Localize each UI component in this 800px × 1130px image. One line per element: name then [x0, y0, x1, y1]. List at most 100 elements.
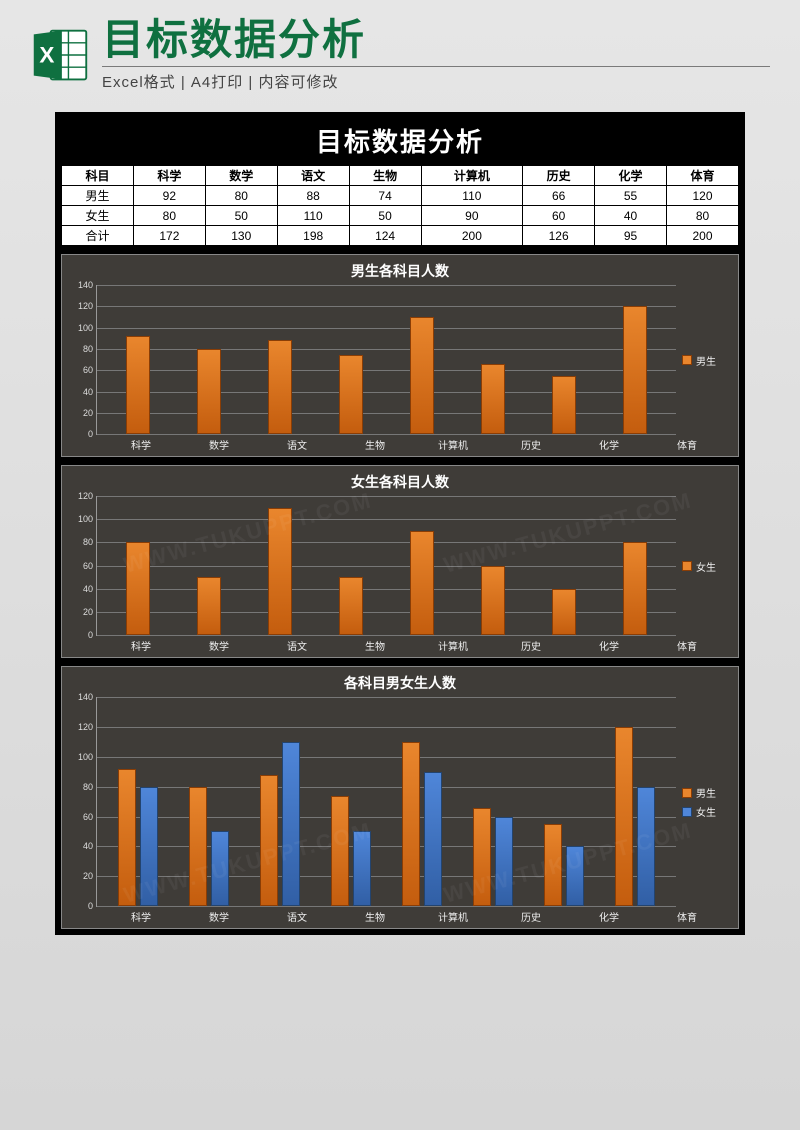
- bar-group: [337, 285, 365, 434]
- bar-group: [187, 697, 231, 906]
- bar: [268, 508, 292, 635]
- y-tick-label: 80: [83, 537, 93, 547]
- bar-group: [621, 285, 649, 434]
- y-tick-label: 100: [78, 752, 93, 762]
- chart-title: 男生各科目人数: [68, 261, 732, 281]
- col-header: 语文: [277, 166, 349, 186]
- bar: [260, 775, 278, 906]
- col-header: 科目: [62, 166, 134, 186]
- bar: [481, 364, 505, 434]
- y-tick-label: 60: [83, 365, 93, 375]
- y-tick-label: 0: [88, 901, 93, 911]
- bar: [126, 542, 150, 635]
- y-tick-label: 80: [83, 782, 93, 792]
- x-tick-label: 计算机: [433, 909, 473, 924]
- cell: 40: [595, 206, 667, 226]
- cell: 80: [133, 206, 205, 226]
- y-tick-label: 20: [83, 607, 93, 617]
- y-tick-label: 40: [83, 387, 93, 397]
- bar: [544, 824, 562, 906]
- legend-swatch-icon: [682, 807, 692, 817]
- legend-label: 男生: [696, 353, 716, 368]
- col-header: 生物: [349, 166, 421, 186]
- x-tick-label: 计算机: [433, 638, 473, 653]
- bar-group: [400, 697, 444, 906]
- bar-group: [258, 697, 302, 906]
- bar: [140, 787, 158, 906]
- bar: [339, 577, 363, 635]
- bar: [552, 589, 576, 635]
- x-tick-label: 生物: [355, 437, 395, 452]
- bar-group: [542, 697, 586, 906]
- cell: 198: [277, 226, 349, 246]
- legend-swatch-icon: [682, 355, 692, 365]
- x-tick-label: 历史: [511, 909, 551, 924]
- chart-0: 男生各科目人数020406080100120140男生科学数学语文生物计算机历史…: [61, 254, 739, 457]
- bar: [353, 831, 371, 906]
- x-tick-label: 科学: [121, 638, 161, 653]
- y-tick-label: 120: [78, 491, 93, 501]
- bar-group: [195, 285, 223, 434]
- cell: 110: [421, 186, 523, 206]
- bar-group: [337, 496, 365, 635]
- bar-group: [471, 697, 515, 906]
- y-tick-label: 60: [83, 561, 93, 571]
- chart-title: 女生各科目人数: [68, 472, 732, 492]
- plot-area: 020406080100120140: [96, 697, 676, 907]
- bar: [339, 355, 363, 434]
- y-tick-label: 0: [88, 630, 93, 640]
- bar-group: [266, 496, 294, 635]
- bar: [615, 727, 633, 906]
- bar-group: [408, 285, 436, 434]
- x-tick-label: 体育: [667, 909, 707, 924]
- bar: [331, 796, 349, 906]
- page-subtitle: Excel格式 | A4打印 | 内容可修改: [102, 66, 770, 92]
- x-tick-label: 语文: [277, 437, 317, 452]
- bar: [126, 336, 150, 434]
- cell: 120: [667, 186, 739, 206]
- bar-group: [124, 496, 152, 635]
- x-tick-label: 生物: [355, 909, 395, 924]
- bar: [211, 831, 229, 906]
- plot-area: 020406080100120140: [96, 285, 676, 435]
- excel-icon: X: [30, 25, 90, 85]
- table-row: 女生 80 50 110 50 90 60 40 80: [62, 206, 739, 226]
- legend-swatch-icon: [682, 788, 692, 798]
- table-row: 科目 科学 数学 语文 生物 计算机 历史 化学 体育: [62, 166, 739, 186]
- legend-label: 女生: [696, 559, 716, 574]
- cell: 172: [133, 226, 205, 246]
- cell: 124: [349, 226, 421, 246]
- bar-group: [479, 496, 507, 635]
- template-header: X 目标数据分析 Excel格式 | A4打印 | 内容可修改: [0, 0, 800, 102]
- y-tick-label: 140: [78, 280, 93, 290]
- plot-area: 020406080100120: [96, 496, 676, 636]
- chart-1: 女生各科目人数020406080100120女生科学数学语文生物计算机历史化学体…: [61, 465, 739, 658]
- y-tick-label: 20: [83, 408, 93, 418]
- bar-group: [621, 496, 649, 635]
- sheet-title: 目标数据分析: [61, 118, 739, 165]
- x-tick-label: 历史: [511, 638, 551, 653]
- bar-group: [266, 285, 294, 434]
- x-tick-label: 体育: [667, 437, 707, 452]
- col-header: 体育: [667, 166, 739, 186]
- x-tick-label: 化学: [589, 638, 629, 653]
- cell: 88: [277, 186, 349, 206]
- bar-group: [329, 697, 373, 906]
- legend-item: 男生: [682, 785, 732, 800]
- cell: 60: [523, 206, 595, 226]
- chart-2: 各科目男女生人数020406080100120140男生女生科学数学语文生物计算…: [61, 666, 739, 929]
- y-tick-label: 100: [78, 323, 93, 333]
- bar-group: [613, 697, 657, 906]
- cell: 130: [205, 226, 277, 246]
- col-header: 数学: [205, 166, 277, 186]
- legend-label: 男生: [696, 785, 716, 800]
- x-tick-label: 体育: [667, 638, 707, 653]
- bar: [189, 787, 207, 906]
- legend-item: 女生: [682, 559, 732, 574]
- x-tick-label: 化学: [589, 437, 629, 452]
- bar: [552, 376, 576, 435]
- bar-group: [116, 697, 160, 906]
- x-tick-label: 历史: [511, 437, 551, 452]
- bar-group: [408, 496, 436, 635]
- bar: [473, 808, 491, 907]
